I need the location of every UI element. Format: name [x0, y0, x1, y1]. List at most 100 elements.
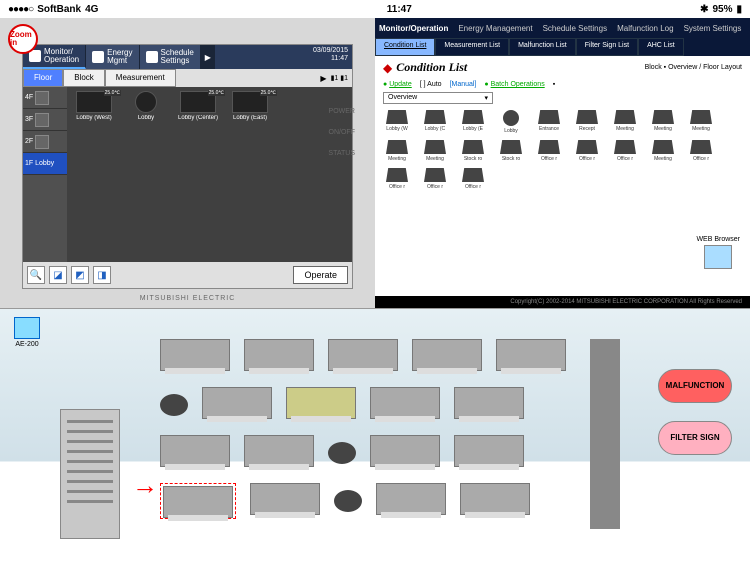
duct-unit[interactable]	[454, 435, 524, 467]
duct-unit[interactable]	[244, 339, 314, 371]
unit-icon	[503, 110, 519, 126]
selected-unit-highlight[interactable]	[160, 483, 236, 519]
subtab-filter[interactable]: Filter Sign List	[576, 38, 638, 56]
web-unit-item[interactable]: Office r	[535, 140, 563, 162]
search-icon[interactable]: 🔍	[27, 266, 45, 284]
floor-item-3f[interactable]: 3F	[23, 109, 67, 131]
floor-label: 1F Lobby	[25, 160, 54, 167]
update-link[interactable]: ● Update	[383, 81, 412, 88]
batch-link[interactable]: ● Batch Operations	[484, 81, 544, 88]
subtab-malfunction[interactable]: Malfunction List	[509, 38, 576, 56]
operate-button[interactable]: Operate	[293, 266, 348, 284]
tool-icon-2[interactable]: ◩	[71, 266, 89, 284]
battery-icon: ▮	[736, 4, 742, 15]
webnav-system[interactable]: System Settings	[684, 24, 742, 33]
unit-icon	[690, 110, 712, 124]
unit-icon	[690, 140, 712, 154]
web-unit-item[interactable]: Meeting	[687, 110, 715, 134]
duct-unit[interactable]	[412, 339, 482, 371]
nav-schedule-settings[interactable]: Schedule Settings	[140, 45, 201, 69]
web-unit-item[interactable]: Meeting	[421, 140, 449, 162]
tab-floor[interactable]: Floor	[23, 69, 63, 87]
duct-unit[interactable]	[370, 387, 440, 419]
ac-unit-lobby-east[interactable]: 25.0℃Lobby (East)	[227, 91, 273, 121]
zoom-in-badge[interactable]: Zoom in	[8, 24, 38, 54]
floor-label: 3F	[25, 116, 33, 123]
duct-unit[interactable]	[328, 339, 398, 371]
ac-unit-lobby[interactable]: Lobby	[123, 91, 169, 121]
unit-label: Meeting	[611, 126, 639, 132]
web-unit-item[interactable]: Meeting	[649, 110, 677, 134]
floor-thumb-icon	[35, 91, 49, 105]
unit-icon	[614, 140, 636, 154]
duct-unit[interactable]	[496, 339, 566, 371]
duct-unit[interactable]	[163, 486, 233, 518]
overview-dropdown[interactable]: Overview▾	[383, 92, 493, 104]
web-unit-item[interactable]: Meeting	[649, 140, 677, 162]
web-unit-item[interactable]: Office r	[421, 168, 449, 190]
controller-icon	[14, 317, 40, 339]
web-unit-item[interactable]: Recept	[573, 110, 601, 134]
floor-unit-grid: 25.0℃Lobby (West) Lobby 25.0℃Lobby (Cent…	[67, 87, 352, 262]
auto-toggle[interactable]: [ ] Auto	[420, 81, 442, 88]
web-unit-item[interactable]: Office r	[459, 168, 487, 190]
web-unit-item[interactable]: Meeting	[383, 140, 411, 162]
subtab-condition[interactable]: Condition List	[375, 38, 435, 56]
ac-unit-lobby-center[interactable]: 25.0℃Lobby (Center)	[175, 91, 221, 121]
tab-block[interactable]: Block	[63, 69, 105, 87]
unit-label: Stock ro	[497, 156, 525, 162]
web-unit-item[interactable]: Meeting	[611, 110, 639, 134]
web-unit-item[interactable]: Stock ro	[497, 140, 525, 162]
nav-next-arrow[interactable]: ▶	[201, 45, 215, 69]
web-unit-item[interactable]: Entrance	[535, 110, 563, 134]
duct-unit[interactable]	[160, 339, 230, 371]
web-interface: Monitor/Operation Energy Management Sche…	[375, 18, 750, 308]
duct-unit[interactable]	[370, 435, 440, 467]
duct-unit[interactable]	[286, 387, 356, 419]
web-unit-item[interactable]: Office r	[687, 140, 715, 162]
tool-icon-1[interactable]: ◪	[49, 266, 67, 284]
web-unit-item[interactable]: Lobby (W	[383, 110, 411, 134]
nav-right-arrow[interactable]: ▶	[320, 74, 326, 83]
webnav-energy[interactable]: Energy Management	[458, 24, 532, 33]
tab-measurement[interactable]: Measurement	[105, 69, 176, 87]
subtab-measurement[interactable]: Measurement List	[435, 38, 509, 56]
manual-toggle[interactable]: [Manual]	[450, 81, 477, 88]
layout-toggle[interactable]: Block ▪ Overview / Floor Layout	[645, 64, 742, 71]
web-unit-item[interactable]: Office r	[573, 140, 601, 162]
floor-item-4f[interactable]: 4F	[23, 87, 67, 109]
webnav-malfunction[interactable]: Malfunction Log	[617, 24, 673, 33]
round-unit[interactable]	[160, 394, 188, 416]
floor-item-2f[interactable]: 2F	[23, 131, 67, 153]
malfunction-button[interactable]: MALFUNCTION	[658, 369, 732, 403]
signal-icon: ●●●●○	[8, 4, 33, 15]
temp-label: 25.0℃	[260, 90, 277, 96]
subtab-ahc[interactable]: AHC List	[638, 38, 684, 56]
filter-sign-button[interactable]: FILTER SIGN	[658, 421, 732, 455]
tool-icon-3[interactable]: ◨	[93, 266, 111, 284]
webnav-monitor[interactable]: Monitor/Operation	[379, 24, 448, 33]
unit-icon	[576, 140, 598, 154]
nav-energy-mgmt[interactable]: Energy Mgmt	[86, 45, 139, 69]
duct-unit[interactable]	[376, 483, 446, 515]
web-unit-item[interactable]: Office r	[611, 140, 639, 162]
webnav-schedule[interactable]: Schedule Settings	[543, 24, 608, 33]
ac-unit-lobby-west[interactable]: 25.0℃Lobby (West)	[71, 91, 117, 121]
duct-unit[interactable]	[160, 435, 230, 467]
web-unit-item[interactable]: Lobby	[497, 110, 525, 134]
duct-unit[interactable]	[202, 387, 272, 419]
energy-icon	[92, 51, 104, 63]
device-badge[interactable]: AE-200	[14, 317, 40, 348]
duct-unit[interactable]	[454, 387, 524, 419]
web-unit-item[interactable]: Stock ro	[459, 140, 487, 162]
web-unit-item[interactable]: Lobby (E	[459, 110, 487, 134]
web-unit-item[interactable]: Lobby (C	[421, 110, 449, 134]
duct-unit[interactable]	[460, 483, 530, 515]
duct-unit[interactable]	[244, 435, 314, 467]
duct-unit[interactable]	[250, 483, 320, 515]
round-unit[interactable]	[334, 490, 362, 512]
floor-item-1f[interactable]: 1F Lobby	[23, 153, 67, 175]
floor-label: 2F	[25, 138, 33, 145]
web-unit-item[interactable]: Office r	[383, 168, 411, 190]
round-unit[interactable]	[328, 442, 356, 464]
